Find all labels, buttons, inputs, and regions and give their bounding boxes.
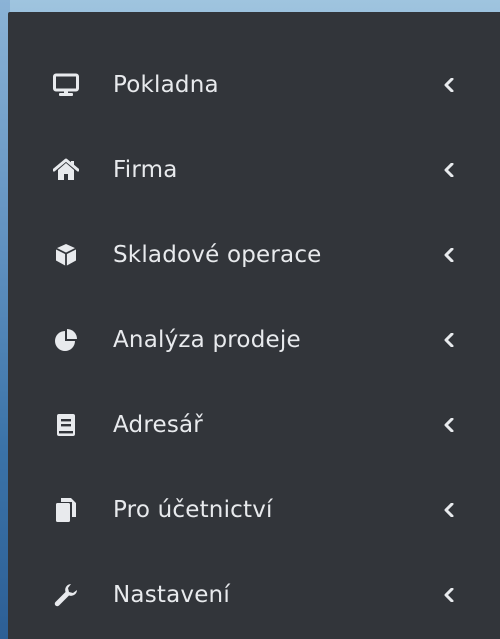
sidebar-item-label: Nastavení (113, 581, 230, 608)
sidebar-item-label: Pro účetnictví (113, 496, 273, 523)
sidebar-item-label: Skladové operace (113, 241, 322, 268)
sidebar-item-label: Adresář (113, 411, 203, 438)
chevron-left-icon (442, 332, 456, 347)
chevron-left-icon (442, 587, 456, 602)
sidebar-item-skladove-operace[interactable]: Skladové operace (8, 212, 500, 297)
sidebar-item-pro-ucetnictvi[interactable]: Pro účetnictví (8, 467, 500, 552)
chevron-left-icon (442, 77, 456, 92)
chevron-left-icon (442, 247, 456, 262)
wrench-icon (53, 582, 79, 608)
sidebar-item-nastaveni[interactable]: Nastavení (8, 552, 500, 637)
sidebar-item-pokladna[interactable]: Pokladna (8, 42, 500, 127)
home-icon (53, 157, 79, 183)
chevron-left-icon (442, 417, 456, 432)
sidebar-menu: Pokladna Firma Skladové operace Analýza … (8, 42, 500, 637)
sidebar-item-adresar[interactable]: Adresář (8, 382, 500, 467)
sidebar: Pokladna Firma Skladové operace Analýza … (8, 12, 500, 639)
sidebar-item-label: Firma (113, 156, 178, 183)
monitor-icon (53, 72, 79, 98)
sidebar-item-analyza-prodeje[interactable]: Analýza prodeje (8, 297, 500, 382)
sidebar-item-firma[interactable]: Firma (8, 127, 500, 212)
copy-icon (53, 497, 79, 523)
book-icon (53, 412, 79, 438)
sidebar-item-label: Pokladna (113, 71, 219, 98)
pie-chart-icon (53, 327, 79, 353)
cube-icon (53, 242, 79, 268)
chevron-left-icon (442, 502, 456, 517)
sidebar-item-label: Analýza prodeje (113, 326, 301, 353)
chevron-left-icon (442, 162, 456, 177)
